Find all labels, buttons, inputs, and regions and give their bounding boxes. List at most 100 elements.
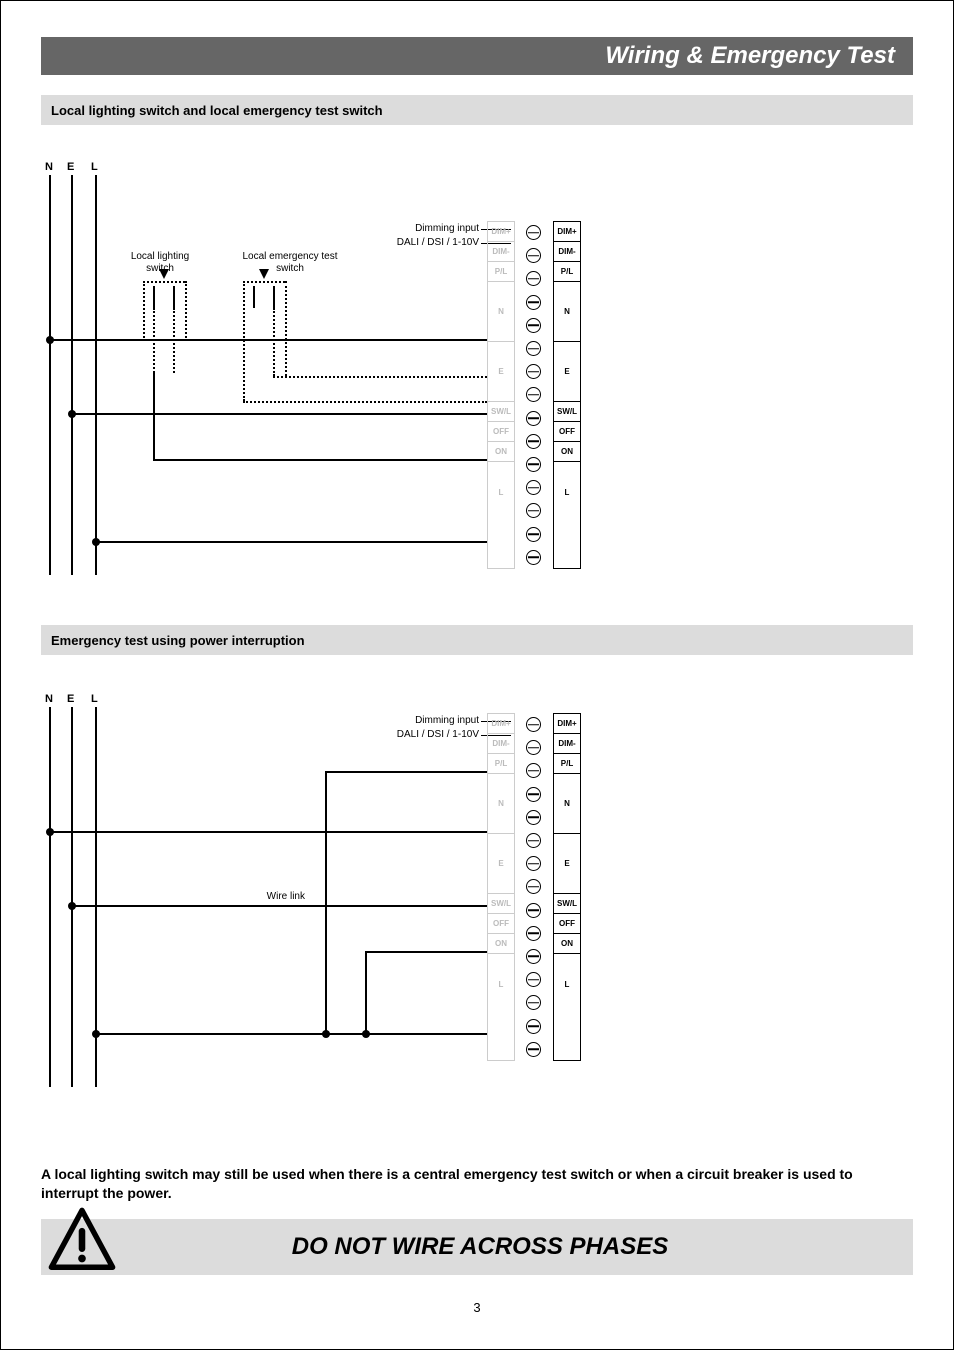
t2-out-off: OFF [554,914,580,934]
page-number: 3 [1,1300,953,1315]
screw-icon [526,411,541,426]
node-l [92,538,100,546]
bus-label-l: L [91,161,98,173]
terminal2-block-out: DIM+ DIM- P/L N E SW/L OFF ON L [553,713,581,1061]
warning-text: DO NOT WIRE ACROSS PHASES [117,1233,913,1261]
sw1-right [185,281,187,341]
bus2-label-e: E [67,693,74,705]
node-e [68,410,76,418]
screw-icon [526,387,541,402]
node2-l [92,1030,100,1038]
page-title: Wiring & Emergency Test [605,42,895,70]
screw-icon [526,271,541,286]
label2-dimming-input: Dimming input [339,715,479,727]
section-heading-1: Local lighting switch and local emergenc… [41,95,913,125]
t2-out-dimm: DIM- [554,734,580,754]
page-header-bar: Wiring & Emergency Test [41,37,913,75]
wire-swl-v [153,373,155,461]
bus2-line-n [49,707,51,1087]
t2-in-dimm: DIM- [488,734,514,754]
bus-line-l [95,175,97,575]
wire-l [95,541,487,543]
t-in-off: OFF [488,422,514,442]
screw-icon [526,856,541,871]
screw-icon [526,879,541,894]
t2-in-n: N [488,774,514,834]
section-heading-2: Emergency test using power interruption [41,625,913,655]
label2-dimming-protocol: DALI / DSI / 1-10V [339,729,479,741]
link-node [322,1030,330,1038]
t-out-pl: P/L [554,262,580,282]
terminal-block-out: DIM+ DIM- P/L N E SW/L OFF ON L [553,221,581,569]
t2-in-off: OFF [488,914,514,934]
link-h [325,771,487,773]
screw-icon [526,527,541,542]
bus-line-n [49,175,51,575]
t-out-e: E [554,342,580,402]
screw-icon [526,225,541,240]
label-dimming-protocol: DALI / DSI / 1-10V [339,237,479,249]
screw-icon [526,550,541,565]
t-in-n: N [488,282,514,342]
screw-icon [526,364,541,379]
t2-in-dimp: DIM+ [488,714,514,734]
wire-e [71,413,487,415]
wire2-n [49,831,487,833]
sw2-top [243,281,285,283]
t-in-e: E [488,342,514,402]
screw-icon [526,833,541,848]
label-dimming-input: Dimming input [339,223,479,235]
screw-icon [526,248,541,263]
t2-in-l: L [488,954,514,1014]
screw-icon [526,434,541,449]
terminal2-screws [523,713,543,1061]
t2-out-swl: SW/L [554,894,580,914]
sw2-to-pl2 [273,376,487,378]
t-out-l: L [554,462,580,522]
t-out-dimp: DIM+ [554,222,580,242]
t2-in-e: E [488,834,514,894]
t-in-l: L [488,462,514,522]
sw2-to-pl [243,401,487,403]
sw2-left [243,281,245,401]
t2-out-e: E [554,834,580,894]
screw-icon [526,480,541,495]
screw-icon [526,503,541,518]
sw2-right [285,281,287,376]
sw1-c1 [153,286,155,308]
t2-out-dimp: DIM+ [554,714,580,734]
section-heading-1-text: Local lighting switch and local emergenc… [51,103,383,118]
t2-out-on: ON [554,934,580,954]
t-out-on: ON [554,442,580,462]
wire-n [49,339,487,341]
node-n [46,336,54,344]
t-in-swl: SW/L [488,402,514,422]
swl-link-node [362,1030,370,1038]
swl-link-v [365,951,367,1033]
t2-out-l: L [554,954,580,1014]
screw-icon [526,995,541,1010]
sw2-drop [273,308,275,376]
terminal-screws [523,221,543,569]
screw-icon [526,926,541,941]
t2-in-pl: P/L [488,754,514,774]
bus-line-e [71,175,73,575]
t-in-dimm: DIM- [488,242,514,262]
wire-swl [153,459,487,461]
sw1-drop2 [173,308,175,373]
screw-icon [526,341,541,356]
wire2-e [71,905,487,907]
sw1-arrow [159,269,169,279]
screw-icon [526,1019,541,1034]
screw-icon [526,903,541,918]
t-in-pl: P/L [488,262,514,282]
screw-icon [526,717,541,732]
screw-icon [526,810,541,825]
sw2-c1 [253,286,255,308]
wiring-diagram-2: N E L Dimming input DALI / DSI / 1-10V W… [45,693,665,1113]
t-out-swl: SW/L [554,402,580,422]
t-in-on: ON [488,442,514,462]
bus2-label-n: N [45,693,53,705]
swl-link-h [365,951,487,953]
t2-out-n: N [554,774,580,834]
